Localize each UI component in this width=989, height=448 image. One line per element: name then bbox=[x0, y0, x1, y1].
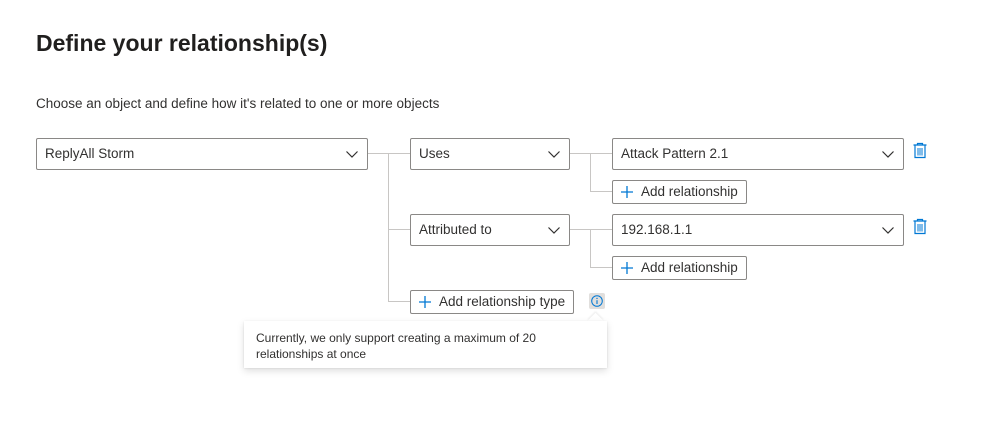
connector-line bbox=[368, 153, 388, 154]
add-relationship-label: Add relationship bbox=[641, 260, 738, 275]
chevron-down-icon bbox=[548, 227, 560, 234]
target-object-value: Attack Pattern 2.1 bbox=[621, 146, 729, 161]
target-object-dropdown[interactable]: Attack Pattern 2.1 bbox=[612, 138, 904, 170]
max-relationships-tooltip: Currently, we only support creating a ma… bbox=[244, 321, 607, 368]
source-object-value: ReplyAll Storm bbox=[45, 146, 135, 161]
plus-icon bbox=[419, 296, 431, 308]
plus-icon bbox=[621, 262, 633, 274]
connector-line bbox=[590, 229, 612, 230]
trash-icon[interactable] bbox=[912, 142, 928, 159]
chevron-down-icon bbox=[882, 151, 894, 158]
connector-line bbox=[388, 153, 410, 154]
source-object-dropdown[interactable]: ReplyAll Storm bbox=[36, 138, 368, 170]
trash-icon[interactable] bbox=[912, 218, 928, 235]
relationship-type-value: Uses bbox=[419, 146, 450, 161]
chevron-down-icon bbox=[548, 151, 560, 158]
info-icon bbox=[591, 295, 603, 307]
connector-line bbox=[388, 301, 410, 302]
add-relationship-button[interactable]: Add relationship bbox=[612, 180, 747, 204]
add-relationship-type-button[interactable]: Add relationship type bbox=[410, 290, 575, 314]
page-subtitle: Choose an object and define how it's rel… bbox=[36, 96, 440, 111]
relationship-type-dropdown[interactable]: Uses bbox=[410, 138, 570, 170]
relationship-type-dropdown[interactable]: Attributed to bbox=[410, 214, 570, 246]
target-object-dropdown[interactable]: 192.168.1.1 bbox=[612, 214, 904, 246]
info-button[interactable] bbox=[589, 293, 605, 309]
connector-line bbox=[590, 153, 591, 192]
connector-line bbox=[570, 229, 590, 230]
add-relationship-label: Add relationship bbox=[641, 184, 738, 199]
add-relationship-button[interactable]: Add relationship bbox=[612, 256, 747, 280]
relationship-type-value: Attributed to bbox=[419, 222, 492, 237]
target-object-value: 192.168.1.1 bbox=[621, 222, 693, 237]
add-relationship-type-label: Add relationship type bbox=[439, 294, 566, 309]
connector-line bbox=[590, 229, 591, 268]
chevron-down-icon bbox=[882, 227, 894, 234]
page-title: Define your relationship(s) bbox=[36, 30, 328, 56]
plus-icon bbox=[621, 186, 633, 198]
connector-line bbox=[388, 153, 389, 302]
connector-line bbox=[570, 153, 590, 154]
connector-line bbox=[590, 153, 612, 154]
chevron-down-icon bbox=[346, 151, 358, 158]
connector-line bbox=[388, 229, 410, 230]
connector-line bbox=[590, 267, 612, 268]
tooltip-text: Currently, we only support creating a ma… bbox=[256, 331, 536, 361]
connector-line bbox=[590, 191, 612, 192]
